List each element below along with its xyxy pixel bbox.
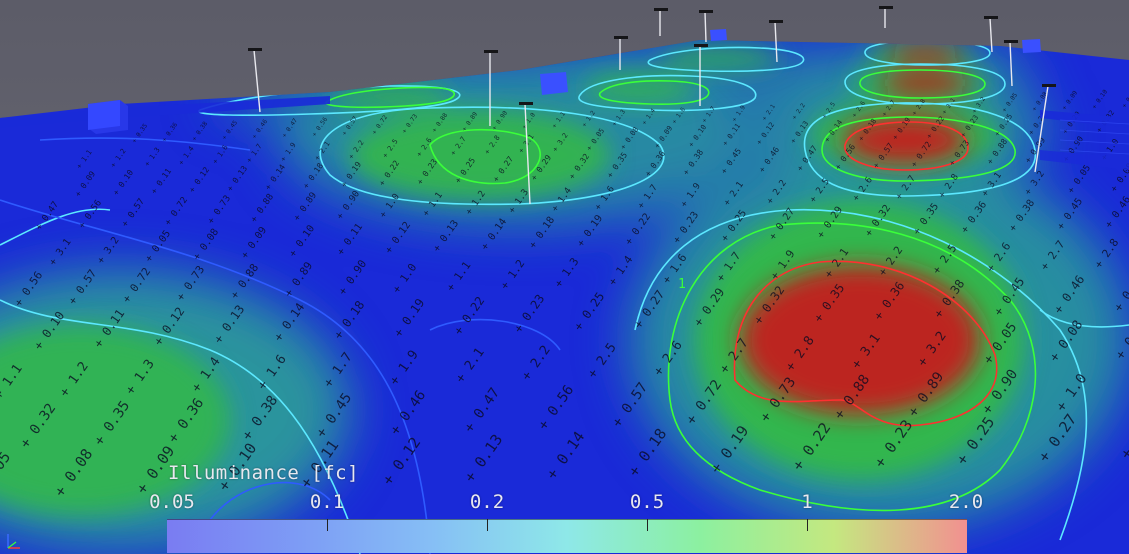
legend-tick-mark (487, 519, 488, 531)
legend-tick-mark (807, 519, 808, 531)
luminaire-head (1004, 40, 1018, 43)
luminaire-head (879, 6, 893, 9)
luminaire-head (699, 10, 713, 13)
legend-tick-label: 0.2 (469, 491, 505, 513)
luminaire-head (694, 44, 708, 47)
legend-colorbar (167, 519, 967, 553)
legend-tick-label: 0.1 (309, 491, 345, 513)
axis-gizmo-icon (7, 534, 20, 549)
luminaire-head (248, 48, 262, 51)
legend-tick-label: 0.05 (149, 491, 195, 513)
luminaire-head (614, 36, 628, 39)
luminaire-head (769, 20, 783, 23)
legend-tick-label: 0.5 (629, 491, 665, 513)
luminaire-head (654, 8, 668, 11)
luminaire-head (484, 50, 498, 53)
3d-viewport[interactable]: + 0.05+ 0.08+ 0.09+ 0.10+ 0.11+ 0.12+ 0.… (0, 0, 1129, 554)
contour-value-label: 1 (678, 277, 686, 292)
legend-tick-mark (647, 519, 648, 531)
illuminance-legend: Illuminance [fc] 0.05 0.1 0.2 0.5 1 2.0 (149, 458, 990, 554)
luminaire-head (1042, 84, 1056, 87)
legend-tick-mark (327, 519, 328, 531)
legend-tick-label: 2.0 (948, 491, 984, 513)
light-pole (704, 11, 707, 43)
legend-tick-label: 1 (801, 491, 813, 513)
legend-title: Illuminance [fc] (168, 462, 360, 484)
luminaire-head (984, 16, 998, 19)
luminaire-head (519, 102, 533, 105)
